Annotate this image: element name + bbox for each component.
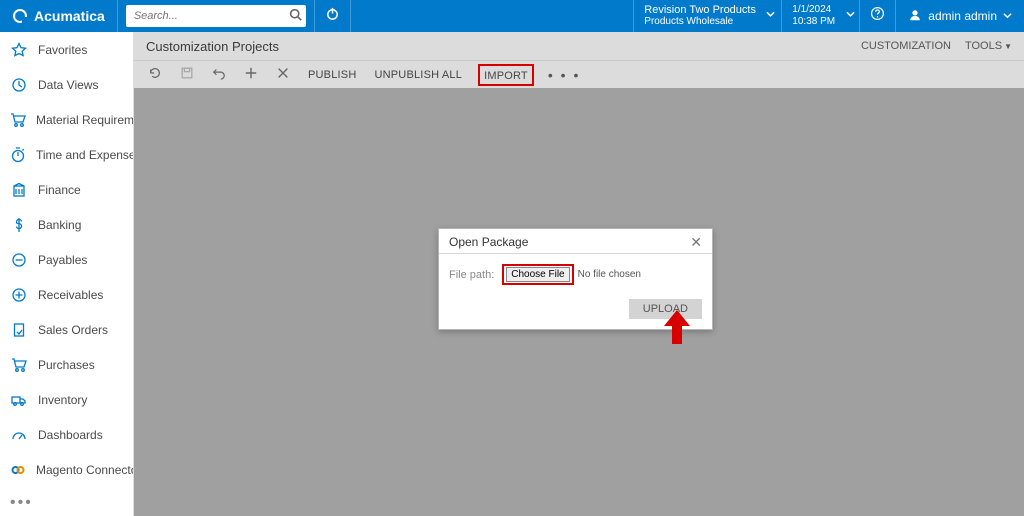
file-path-label: File path: [449, 269, 494, 281]
title-row: Customization Projects CUSTOMIZATION TOO… [134, 32, 1024, 60]
main-area: Customization Projects CUSTOMIZATION TOO… [134, 32, 1024, 516]
x-icon [276, 68, 290, 83]
business-time: 10:38 PM [792, 16, 849, 28]
save-button[interactable] [178, 64, 196, 85]
add-button[interactable] [242, 64, 260, 85]
user-menu[interactable]: admin admin [895, 0, 1024, 32]
save-icon [180, 68, 194, 83]
sidebar-item-label: Dashboards [38, 428, 103, 442]
power-icon [325, 6, 340, 26]
undo-button[interactable] [210, 64, 228, 85]
sidebar: Favorites Data Views Material Requirem… … [0, 32, 134, 516]
undo-icon [212, 68, 226, 83]
sidebar-item-magento[interactable]: Magento Connector [0, 452, 133, 487]
sidebar-more[interactable]: ••• [0, 490, 133, 516]
sidebar-item-data-views[interactable]: Data Views [0, 67, 133, 102]
dialog-close-button[interactable]: ✕ [690, 235, 702, 249]
sidebar-item-receivables[interactable]: Receivables [0, 277, 133, 312]
annotation-arrow-icon [664, 310, 690, 349]
document-icon [10, 322, 28, 338]
sidebar-item-label: Purchases [38, 358, 95, 372]
plus-circle-icon [10, 287, 28, 303]
sidebar-item-label: Favorites [38, 43, 87, 57]
sidebar-item-label: Sales Orders [38, 323, 108, 337]
choose-file-button[interactable]: Choose File [506, 267, 569, 282]
link-customization[interactable]: CUSTOMIZATION [861, 40, 951, 52]
sidebar-item-label: Payables [38, 253, 87, 267]
gauge-icon [10, 427, 28, 443]
search-button[interactable] [289, 8, 302, 24]
brand-logo-icon [12, 8, 28, 24]
business-date: 1/1/2024 [792, 4, 849, 16]
sidebar-item-label: Material Requirem… [36, 113, 133, 127]
link-icon [10, 462, 26, 478]
caret-down-icon: ▼ [1004, 42, 1012, 51]
chevron-down-icon [1003, 9, 1012, 23]
sidebar-item-label: Finance [38, 183, 81, 197]
sidebar-item-inventory[interactable]: Inventory [0, 382, 133, 417]
chevron-down-icon [846, 10, 855, 23]
ellipsis-icon: • • • [548, 67, 580, 83]
content-area: Open Package ✕ File path: Choose File No… [134, 88, 1024, 516]
purchase-cart-icon [10, 357, 28, 373]
refresh-button[interactable] [146, 64, 164, 85]
dialog-title: Open Package [449, 235, 528, 249]
top-bar: Acumatica Revision Two Products Products… [0, 0, 1024, 32]
tenant-sub: Products Wholesale [644, 16, 771, 28]
sidebar-item-banking[interactable]: Banking [0, 207, 133, 242]
user-icon [908, 8, 922, 25]
toolbar-more[interactable]: • • • [548, 67, 580, 83]
clock-icon [10, 77, 28, 93]
business-date-selector[interactable]: 1/1/2024 10:38 PM [781, 0, 859, 32]
publish-button[interactable]: PUBLISH [306, 67, 358, 83]
search-icon [289, 9, 302, 24]
cart-icon [10, 112, 26, 128]
sidebar-item-label: Banking [38, 218, 81, 232]
help-icon [870, 6, 885, 26]
page-title: Customization Projects [146, 39, 279, 54]
ellipsis-icon: ••• [10, 494, 33, 512]
top-refresh-button[interactable] [315, 0, 351, 32]
sidebar-item-material[interactable]: Material Requirem… [0, 102, 133, 137]
minus-circle-icon [10, 252, 28, 268]
sidebar-item-label: Time and Expenses [36, 148, 133, 162]
tools-label: TOOLS [965, 40, 1002, 52]
star-icon [10, 42, 28, 58]
sidebar-item-purchases[interactable]: Purchases [0, 347, 133, 382]
sidebar-item-label: Inventory [38, 393, 87, 407]
dollar-icon [10, 217, 28, 233]
brand[interactable]: Acumatica [0, 0, 118, 32]
sidebar-item-label: Data Views [38, 78, 98, 92]
choose-file-highlight: Choose File [502, 264, 573, 285]
refresh-icon [148, 68, 162, 83]
sidebar-item-finance[interactable]: Finance [0, 172, 133, 207]
sidebar-item-label: Magento Connector [36, 463, 133, 477]
delete-button[interactable] [274, 64, 292, 85]
building-icon [10, 182, 28, 198]
sidebar-item-favorites[interactable]: Favorites [0, 32, 133, 67]
truck-icon [10, 392, 28, 408]
sidebar-item-payables[interactable]: Payables [0, 242, 133, 277]
no-file-text: No file chosen [578, 269, 641, 280]
unpublish-all-button[interactable]: UNPUBLISH ALL [372, 67, 464, 83]
sidebar-item-label: Receivables [38, 288, 103, 302]
tenant-name: Revision Two Products [644, 4, 771, 16]
sidebar-item-sales-orders[interactable]: Sales Orders [0, 312, 133, 347]
search-area [118, 0, 315, 32]
sidebar-item-time-expenses[interactable]: Time and Expenses [0, 137, 133, 172]
sidebar-item-dashboards[interactable]: Dashboards [0, 417, 133, 452]
stopwatch-icon [10, 147, 26, 163]
import-highlight: IMPORT [478, 64, 534, 86]
toolbar: PUBLISH UNPUBLISH ALL IMPORT • • • [134, 60, 1024, 88]
help-button[interactable] [859, 0, 895, 32]
close-icon: ✕ [690, 234, 702, 250]
user-name: admin admin [928, 9, 997, 23]
plus-icon [244, 68, 258, 83]
chevron-down-icon [766, 10, 775, 23]
import-button[interactable]: IMPORT [484, 70, 528, 82]
tenant-selector[interactable]: Revision Two Products Products Wholesale [633, 0, 781, 32]
search-input[interactable] [126, 5, 306, 27]
brand-text: Acumatica [34, 8, 105, 24]
tools-menu[interactable]: TOOLS ▼ [965, 40, 1012, 52]
